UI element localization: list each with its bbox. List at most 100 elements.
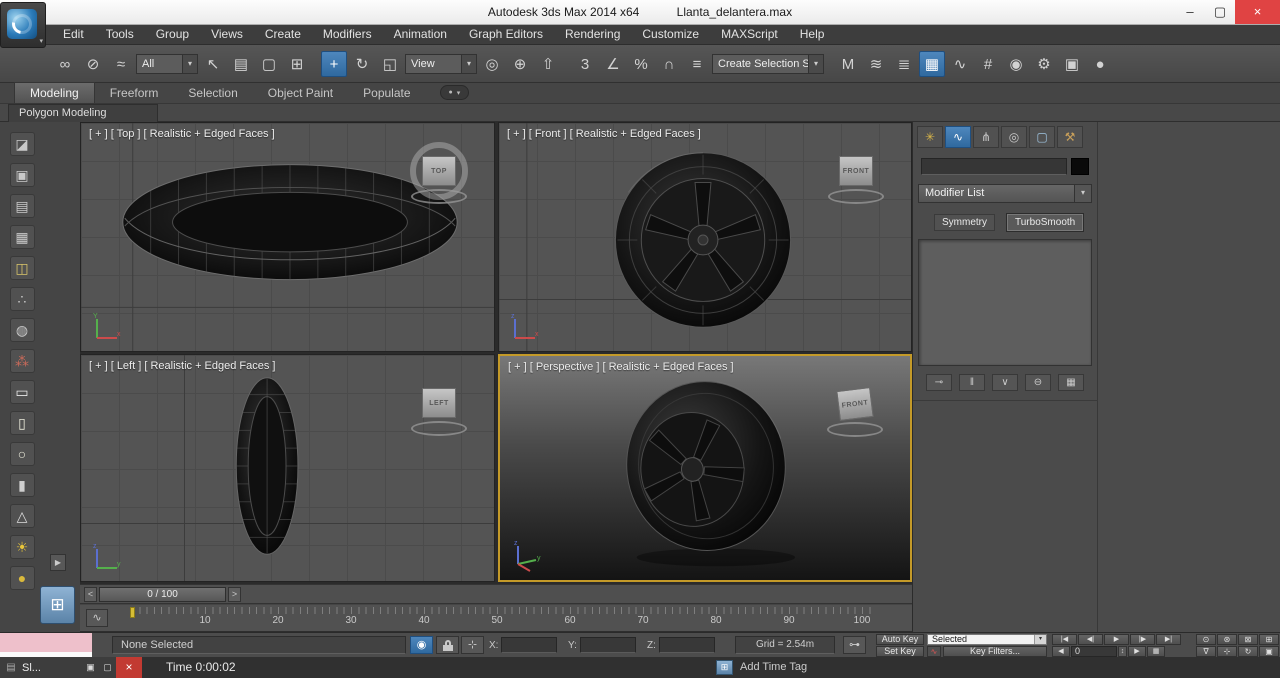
absolute-mode-toggle[interactable]: ⊹ <box>461 636 484 654</box>
set-key-button[interactable]: Set Key <box>876 646 924 657</box>
frame-spinner[interactable]: ↕ <box>1118 646 1127 657</box>
zoom-extents-all-icon[interactable]: ⊞ <box>1259 634 1279 645</box>
display-tab[interactable]: ▢ <box>1029 126 1055 148</box>
select-by-name-icon[interactable]: ▤ <box>228 51 254 77</box>
graphite-ribbon-toggle-icon[interactable]: ▦ <box>919 51 945 77</box>
previous-frame-transport-button[interactable]: ◀ <box>1052 646 1070 657</box>
minimize-button[interactable]: – <box>1175 0 1205 24</box>
field-of-view-icon[interactable]: ∇ <box>1196 646 1216 657</box>
viewcube[interactable]: TOP <box>408 147 470 213</box>
cylinder-icon[interactable]: ▮ <box>10 473 35 497</box>
cone-icon[interactable]: △ <box>10 504 35 528</box>
auto-key-button[interactable]: Auto Key <box>876 634 924 645</box>
modifier-stack-list[interactable] <box>918 239 1092 366</box>
rectangular-selection-icon[interactable]: ▢ <box>256 51 282 77</box>
pan-icon[interactable]: ⊹ <box>1217 646 1237 657</box>
unlink-selection-icon[interactable]: ⊘ <box>80 51 106 77</box>
crowd-icon[interactable]: ⁂ <box>10 349 35 373</box>
selection-lock-toggle[interactable] <box>436 636 459 654</box>
viewport-top-label[interactable]: [ + ] [ Top ] [ Realistic + Edged Faces … <box>89 128 275 140</box>
ribbon-minimize-button[interactable]: ●▾ <box>440 85 470 100</box>
named-selection-dropdown[interactable]: Create Selection Se▾ <box>712 54 824 74</box>
ribbon-tab-object-paint[interactable]: Object Paint <box>253 83 348 103</box>
default-in-out-tangent-icon[interactable]: ∿ <box>927 646 941 657</box>
bind-to-space-warp-icon[interactable]: ≈ <box>108 51 134 77</box>
selection-filter-dropdown[interactable]: All▾ <box>136 54 198 74</box>
rendered-frame-icon[interactable]: ▣ <box>1059 51 1085 77</box>
key-mode-dropdown[interactable]: Selected ▾ <box>927 634 1047 645</box>
create-tab[interactable]: ✳ <box>917 126 943 148</box>
schematic-view-icon[interactable]: # <box>975 51 1001 77</box>
key-icon-button[interactable]: ⊶ <box>843 636 866 654</box>
viewport-front[interactable]: [ + ] [ Front ] [ Realistic + Edged Face… <box>498 122 912 352</box>
spinner-snap-icon[interactable]: ∩ <box>656 51 682 77</box>
menu-item-views[interactable]: Views <box>200 25 254 44</box>
time-slider[interactable]: < 0 / 100 > <box>80 584 912 604</box>
toolbar-expand-button[interactable]: ▶ <box>50 554 66 571</box>
zoom-all-icon[interactable]: ⊛ <box>1217 634 1237 645</box>
orbit-icon[interactable]: ↻ <box>1238 646 1258 657</box>
time-configuration-button[interactable]: ▦ <box>1147 646 1165 657</box>
snaps-toggle-icon[interactable]: 3 <box>572 51 598 77</box>
viewport-top[interactable]: [ + ] [ Top ] [ Realistic + Edged Faces … <box>80 122 495 352</box>
object-name-field[interactable] <box>921 158 1067 175</box>
overlay-app-window[interactable]: ▤ Sl... ▣ ▢ × <box>0 657 142 678</box>
percent-snap-icon[interactable]: % <box>628 51 654 77</box>
polygon-modeling-panel[interactable]: Polygon Modeling <box>8 104 158 122</box>
zoom-extents-icon[interactable]: ⊠ <box>1238 634 1258 645</box>
sphere-shaded-icon[interactable]: ◍ <box>10 318 35 342</box>
mirror-icon[interactable]: M <box>835 51 861 77</box>
next-frame-button[interactable]: > <box>228 587 241 602</box>
maximize-viewport-toggle-icon[interactable]: ▣ <box>1259 646 1279 657</box>
open-mini-curve-editor-button[interactable]: ∿ <box>86 609 108 627</box>
menu-item-tools[interactable]: Tools <box>95 25 145 44</box>
key-filters-button[interactable]: Key Filters... <box>943 646 1047 657</box>
play-button[interactable]: ▶ <box>1104 634 1129 645</box>
viewcube-face[interactable]: LEFT <box>422 388 456 418</box>
sphere-icon[interactable]: ● <box>10 566 35 590</box>
ribbon-tab-modeling[interactable]: Modeling <box>14 82 95 103</box>
material-map-icon[interactable]: ▣ <box>10 163 35 187</box>
material-editor-icon[interactable]: ◉ <box>1003 51 1029 77</box>
y-coordinate-field[interactable] <box>580 637 636 653</box>
viewport-front-label[interactable]: [ + ] [ Front ] [ Realistic + Edged Face… <box>507 128 701 140</box>
close-button[interactable]: × <box>1235 0 1280 24</box>
viewcube[interactable]: LEFT <box>408 379 470 445</box>
modifier-stack-item-symmetry[interactable]: Symmetry <box>934 214 995 231</box>
ribbon-tab-selection[interactable]: Selection <box>173 83 252 103</box>
angle-snap-icon[interactable]: ∠ <box>600 51 626 77</box>
viewcube[interactable]: FRONT <box>825 147 887 213</box>
curve-editor-icon[interactable]: ∿ <box>947 51 973 77</box>
edit-named-selection-sets-icon[interactable]: ≡ <box>684 51 710 77</box>
z-coordinate-field[interactable] <box>659 637 715 653</box>
select-and-scale-icon[interactable]: ◱ <box>377 51 403 77</box>
keyboard-override-icon[interactable]: ⇧ <box>535 51 561 77</box>
viewport-perspective-label[interactable]: [ + ] [ Perspective ] [ Realistic + Edge… <box>508 361 734 373</box>
viewport-perspective[interactable]: [ + ] [ Perspective ] [ Realistic + Edge… <box>498 354 912 582</box>
menu-item-customize[interactable]: Customize <box>631 25 710 44</box>
maximize-button[interactable]: ▢ <box>1205 0 1235 24</box>
isolate-selection-toggle[interactable]: ◉ <box>410 636 433 654</box>
current-frame-marker[interactable] <box>130 607 135 618</box>
ribbon-tab-populate[interactable]: Populate <box>348 83 425 103</box>
ribbon-tab-freeform[interactable]: Freeform <box>95 83 174 103</box>
sun-icon[interactable]: ☀ <box>10 535 35 559</box>
modify-tab[interactable]: ∿ <box>945 126 971 148</box>
use-pivot-center-icon[interactable]: ◎ <box>479 51 505 77</box>
zoom-icon[interactable]: ⊙ <box>1196 634 1216 645</box>
previous-frame-button[interactable]: < <box>84 587 97 602</box>
show-end-result-icon[interactable]: ‖ <box>959 374 985 391</box>
viewcube-face[interactable]: TOP <box>422 156 456 186</box>
window-crossing-icon[interactable]: ⊞ <box>284 51 310 77</box>
add-time-tag-button[interactable]: Add Time Tag <box>740 657 807 678</box>
menu-item-rendering[interactable]: Rendering <box>554 25 631 44</box>
hierarchy-tab[interactable]: ⋔ <box>973 126 999 148</box>
select-and-rotate-icon[interactable]: ↻ <box>349 51 375 77</box>
motion-tab[interactable]: ◎ <box>1001 126 1027 148</box>
overlay-restore-button[interactable]: ▣ <box>82 662 99 673</box>
plane-icon[interactable]: ▭ <box>10 380 35 404</box>
viewcube[interactable]: FRONT <box>824 380 886 446</box>
x-coordinate-field[interactable] <box>501 637 557 653</box>
viewcube-face[interactable]: FRONT <box>836 387 873 421</box>
viewport-left-label[interactable]: [ + ] [ Left ] [ Realistic + Edged Faces… <box>89 360 275 372</box>
